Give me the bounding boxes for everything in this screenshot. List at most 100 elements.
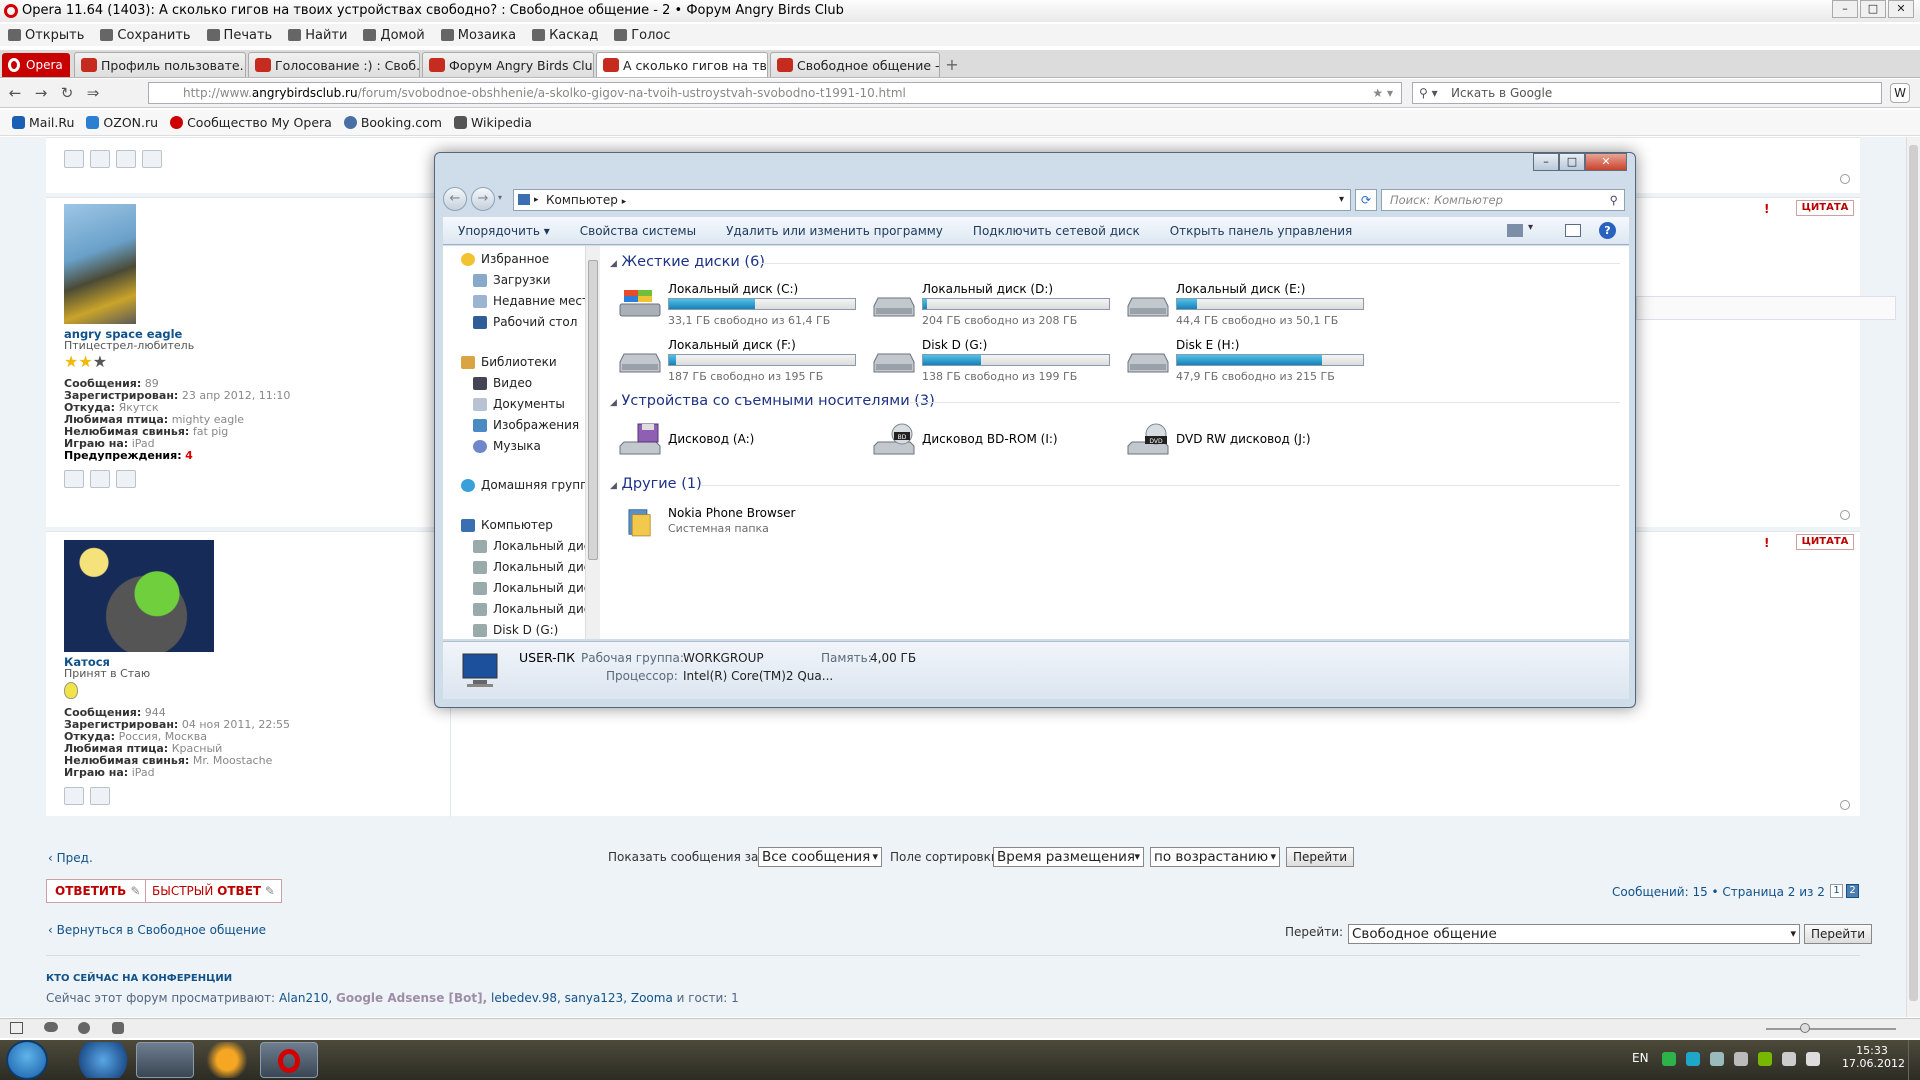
order-select[interactable]: по возрастанию: [1150, 847, 1280, 867]
find-button[interactable]: Найти: [280, 28, 355, 43]
page-scrollbar[interactable]: [1906, 137, 1920, 1017]
reply-button[interactable]: ОТВЕТИТЬ ✎: [46, 879, 150, 903]
drive-item[interactable]: Disk D (G:) 138 ГБ свободно из 199 ГБ: [872, 338, 1122, 388]
nav-recent-places[interactable]: Недавние места: [473, 294, 596, 308]
close-button[interactable]: ✕: [1888, 0, 1914, 18]
clock[interactable]: 15:33 17.06.2012: [1842, 1044, 1905, 1070]
report-icon[interactable]: !: [1764, 202, 1778, 216]
print-button[interactable]: Печать: [199, 28, 281, 43]
user-link[interactable]: Zooma: [631, 991, 673, 1005]
drive-item[interactable]: Локальный диск (F:) 187 ГБ свободно из 1…: [618, 338, 868, 388]
jump-button[interactable]: Перейти: [1804, 924, 1872, 944]
nav-homegroup[interactable]: Домашняя группа: [461, 478, 595, 492]
nav-pictures[interactable]: Изображения: [473, 418, 579, 432]
fast-forward-button[interactable]: ⇒: [82, 84, 104, 102]
tab-vote[interactable]: Голосование :) : Своб...✕: [248, 52, 420, 77]
drive-item[interactable]: Disk E (H:) 47,9 ГБ свободно из 215 ГБ: [1126, 338, 1376, 388]
bookmark-mailru[interactable]: Mail.Ru: [12, 115, 74, 130]
reload-button[interactable]: ↻: [56, 84, 78, 102]
view-options-icon[interactable]: [1507, 224, 1523, 237]
tab-active-topic[interactable]: А сколько гигов на тв...✕: [596, 52, 768, 77]
user-link[interactable]: lebedev.98,: [491, 991, 561, 1005]
email-icon[interactable]: [90, 787, 110, 805]
media-player-taskbar-icon[interactable]: [198, 1042, 256, 1078]
cascade-button[interactable]: Каскад: [524, 28, 606, 43]
explorer-back-button[interactable]: ←: [443, 187, 467, 211]
map-network-drive-button[interactable]: Подключить сетевой диск: [958, 224, 1155, 238]
nav-documents[interactable]: Документы: [473, 397, 565, 411]
profile-icon[interactable]: [64, 787, 84, 805]
avatar[interactable]: [64, 540, 214, 652]
show-desktop-button[interactable]: [1908, 1040, 1920, 1080]
scrollbar-thumb[interactable]: [1909, 145, 1918, 1001]
web-icon[interactable]: [116, 470, 136, 488]
dvd-drive-item[interactable]: DVD DVD RW дисковод (J:): [1126, 418, 1376, 468]
explorer-close-button[interactable]: ✕: [1585, 153, 1627, 171]
bookmark-booking[interactable]: Booking.com: [343, 115, 442, 130]
preview-pane-icon[interactable]: [1565, 224, 1581, 237]
maximize-button[interactable]: □: [1860, 0, 1886, 18]
tab-profile[interactable]: Профиль пользовате...✕: [74, 52, 246, 77]
address-dropdown-icon[interactable]: ▾: [1339, 190, 1344, 210]
go-button[interactable]: Перейти: [1286, 847, 1354, 867]
show-posts-select[interactable]: Все сообщения: [758, 847, 882, 867]
page-1-link[interactable]: 1: [1830, 884, 1843, 898]
icq-icon[interactable]: [142, 150, 162, 168]
bookmark-wikipedia[interactable]: Wikipedia: [453, 115, 532, 130]
explorer-refresh-button[interactable]: ⟳: [1355, 189, 1377, 211]
quote-button[interactable]: ЦИТАТА: [1796, 534, 1854, 550]
nav-local-disk[interactable]: Локальный диск: [473, 581, 598, 595]
minimize-button[interactable]: –: [1832, 0, 1858, 18]
user-link[interactable]: Alan210,: [279, 991, 332, 1005]
turbo-icon[interactable]: [112, 1022, 124, 1034]
nav-local-disk[interactable]: Локальный диск: [473, 560, 598, 574]
explorer-breadcrumb[interactable]: ▸ Компьютер ▸ ▾: [513, 189, 1351, 211]
back-to-forum-link[interactable]: ‹ Вернуться в Свободное общение: [48, 923, 266, 937]
nav-favorites[interactable]: Избранное: [461, 252, 549, 266]
go-top-icon[interactable]: [1840, 174, 1850, 184]
group-hard-drives[interactable]: ◢ Жесткие диски (6): [610, 254, 1620, 270]
system-properties-button[interactable]: Свойства системы: [565, 224, 711, 238]
new-tab-button[interactable]: +: [942, 55, 962, 77]
uninstall-program-button[interactable]: Удалить или изменить программу: [711, 224, 958, 238]
group-removable[interactable]: ◢ Устройства со съемными носителями (3): [610, 393, 1620, 409]
save-button[interactable]: Сохранить: [92, 28, 198, 43]
explorer-minimize-button[interactable]: –: [1533, 153, 1559, 171]
bookmark-myopera[interactable]: Сообщество My Opera: [170, 115, 332, 130]
tab-forum[interactable]: Форум Angry Birds Clu...✕: [422, 52, 594, 77]
language-indicator[interactable]: EN: [1632, 1051, 1649, 1065]
jump-select[interactable]: Свободное общение: [1348, 924, 1800, 944]
tray-app-icon[interactable]: [1734, 1052, 1748, 1066]
home-button[interactable]: Домой: [355, 28, 432, 43]
nav-music[interactable]: Музыка: [473, 439, 541, 453]
opera-widget-icon[interactable]: W: [1890, 83, 1910, 103]
explorer-taskbar-icon[interactable]: [136, 1042, 194, 1078]
quote-button[interactable]: ЦИТАТА: [1796, 200, 1854, 216]
start-button[interactable]: [6, 1040, 48, 1080]
nav-computer[interactable]: Компьютер: [461, 518, 553, 532]
drive-item[interactable]: Локальный диск (E:) 44,4 ГБ свободно из …: [1126, 282, 1376, 332]
organize-button[interactable]: Упорядочить ▾: [443, 224, 565, 238]
nokia-browser-item[interactable]: Nokia Phone Browser Системная папка: [618, 500, 868, 550]
tab-free-talk[interactable]: Свободное общение -...: [770, 52, 940, 77]
drive-item[interactable]: Локальный диск (D:) 204 ГБ свободно из 2…: [872, 282, 1122, 332]
opera-taskbar-icon[interactable]: [260, 1042, 318, 1078]
explorer-forward-button[interactable]: →: [471, 187, 495, 211]
nav-local-disk[interactable]: Локальный диск: [473, 539, 598, 553]
panel-toggle-icon[interactable]: [10, 1022, 23, 1034]
forward-button[interactable]: →: [30, 84, 52, 102]
profile-icon[interactable]: [64, 150, 84, 168]
zoom-slider[interactable]: [1766, 1028, 1896, 1030]
scrollbar-thumb[interactable]: [588, 260, 598, 560]
email-icon[interactable]: [90, 150, 110, 168]
tray-app-icon[interactable]: [1710, 1052, 1724, 1066]
bd-drive-item[interactable]: BD Дисковод BD-ROM (I:): [872, 418, 1122, 468]
user-link[interactable]: sanya123,: [565, 991, 627, 1005]
history-dropdown-icon[interactable]: ▾: [498, 193, 502, 202]
help-icon[interactable]: ?: [1599, 222, 1616, 239]
flag-icon[interactable]: [1782, 1052, 1796, 1066]
drive-item[interactable]: Локальный диск (C:) 33,1 ГБ свободно из …: [618, 282, 868, 332]
address-bar[interactable]: http://www.angrybirdsclub.ru/forum/svobo…: [148, 82, 1402, 104]
report-icon[interactable]: !: [1764, 536, 1778, 550]
explorer-search-input[interactable]: Поиск: Компьютер ⚲: [1381, 189, 1625, 211]
